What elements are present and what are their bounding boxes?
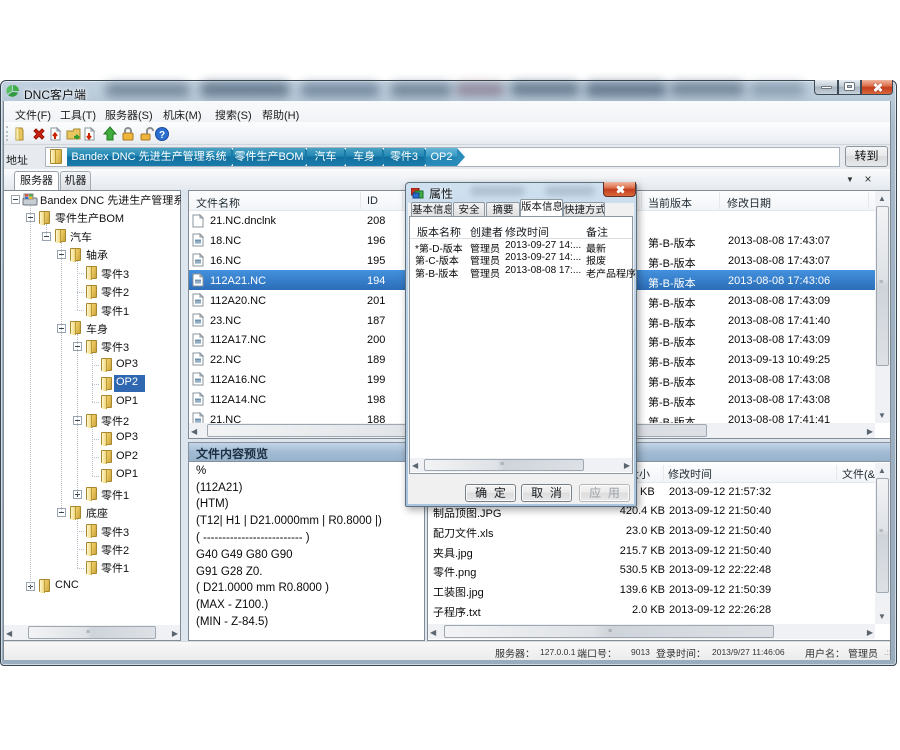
svg-text:?: ? xyxy=(159,130,165,141)
